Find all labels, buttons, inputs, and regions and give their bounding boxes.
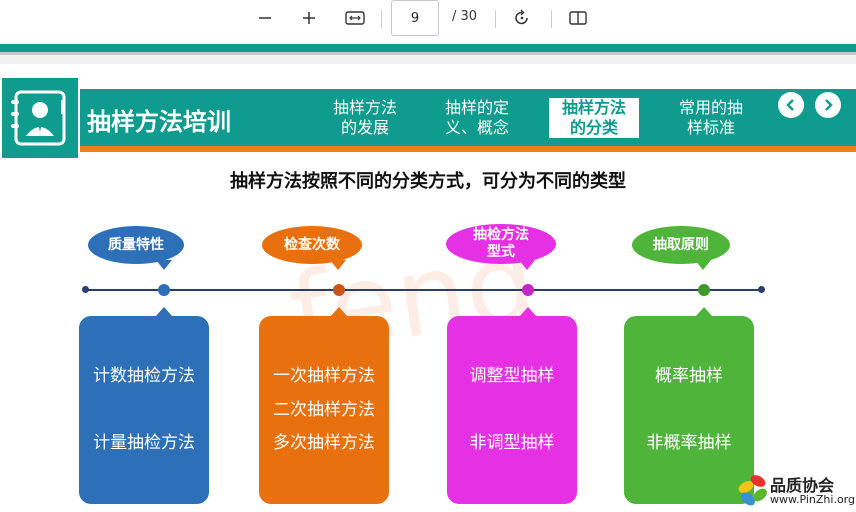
card-item: 计量抽检方法 [93,433,195,453]
bubble-label-line1: 抽检方法 [473,227,529,243]
tab-standards[interactable]: 常用的抽 样标准 [666,98,756,138]
card-item: 概率抽样 [655,366,723,386]
current-page: 9 [410,10,420,26]
tab-label-line2: 的发展 [340,118,389,137]
pdf-toolbar: 9 / 30 [0,0,856,44]
viewer-accent-shadow [0,52,856,55]
timeline-node-type [522,284,534,296]
card-item: 多次抽样方法 [273,433,375,453]
tab-definition[interactable]: 抽样的定 义、概念 [432,98,522,138]
bubble-label-line2: 型式 [487,244,515,260]
timeline-node-principle [698,284,710,296]
tab-label-line2: 义、概念 [444,118,509,137]
prev-slide-button[interactable] [778,92,804,118]
tab-classification[interactable]: 抽样方法 的分类 [549,98,639,138]
bubble-tail [330,260,346,270]
slide-header-underline [0,146,856,152]
timeline-node-quality [158,284,170,296]
card-item: 二次抽样方法 [273,400,375,420]
bubble-tail [695,260,711,270]
chevron-right-icon [825,99,833,111]
page-view-icon[interactable] [567,6,589,30]
viewer-accent-strip [0,44,856,52]
card-item: 一次抽样方法 [273,366,375,386]
tab-label-line1: 常用的抽 [678,98,743,117]
bubble-tail [156,260,172,270]
tab-label-line1: 抽样的定 [444,98,509,117]
bubble-inspection-count: 检查次数 [262,226,362,264]
presenter-logo [0,76,80,160]
timeline-end-dot [758,286,765,293]
tab-development[interactable]: 抽样方法 的发展 [320,98,410,138]
timeline-start-dot [82,286,89,293]
tab-label-line1: 抽样方法 [332,98,397,117]
bubble-label: 抽取原则 [653,236,709,253]
card-item: 非概率抽样 [646,433,732,453]
toolbar-divider [495,10,496,28]
page-total: / 30 [452,9,478,24]
timeline-line [86,289,762,291]
tab-label-line1: 抽样方法 [561,98,626,117]
plus-icon[interactable] [298,6,320,30]
minus-icon[interactable] [254,6,276,30]
toolbar-divider [551,10,552,28]
tab-label-line2: 的分类 [569,118,618,137]
bubble-label: 质量特性 [108,236,164,253]
next-slide-button[interactable] [815,92,841,118]
timeline-node-inspection [333,284,345,296]
brand-url[interactable]: www.PinZhi.org [770,493,855,506]
fit-width-icon[interactable] [343,6,367,30]
bubble-inspection-type: 抽检方法 型式 [446,224,556,264]
card-inspection-methods: 一次抽样方法 二次抽样方法 多次抽样方法 [259,316,389,504]
toolbar-divider [381,10,382,28]
tab-label-line2: 样标准 [686,118,735,137]
card-item: 计数抽检方法 [93,366,195,386]
card-principle-methods: 概率抽样 非概率抽样 [624,316,754,504]
chevron-left-icon [786,99,794,111]
card-item: 非调型抽样 [469,433,555,453]
slide-title: 抽样方法培训 [87,108,231,136]
bubble-label: 检查次数 [284,236,340,253]
page-number-input[interactable]: 9 [391,0,439,36]
bubble-sampling-principle: 抽取原则 [632,226,730,264]
card-quality-methods: 计数抽检方法 计量抽检方法 [79,316,209,504]
card-type-methods: 调整型抽样 非调型抽样 [447,316,577,504]
slide-page: 抽样方法培训 抽样方法 的发展 抽样的定 义、概念 抽样方法 的分类 常用的抽 … [0,64,856,512]
bubble-quality-characteristic: 质量特性 [88,226,184,264]
rotate-icon[interactable] [511,6,533,30]
slide-heading: 抽样方法按照不同的分类方式，可分为不同的类型 [230,171,626,192]
card-item: 调整型抽样 [469,366,555,386]
bubble-tail [519,260,535,270]
presenter-icon [11,90,66,146]
